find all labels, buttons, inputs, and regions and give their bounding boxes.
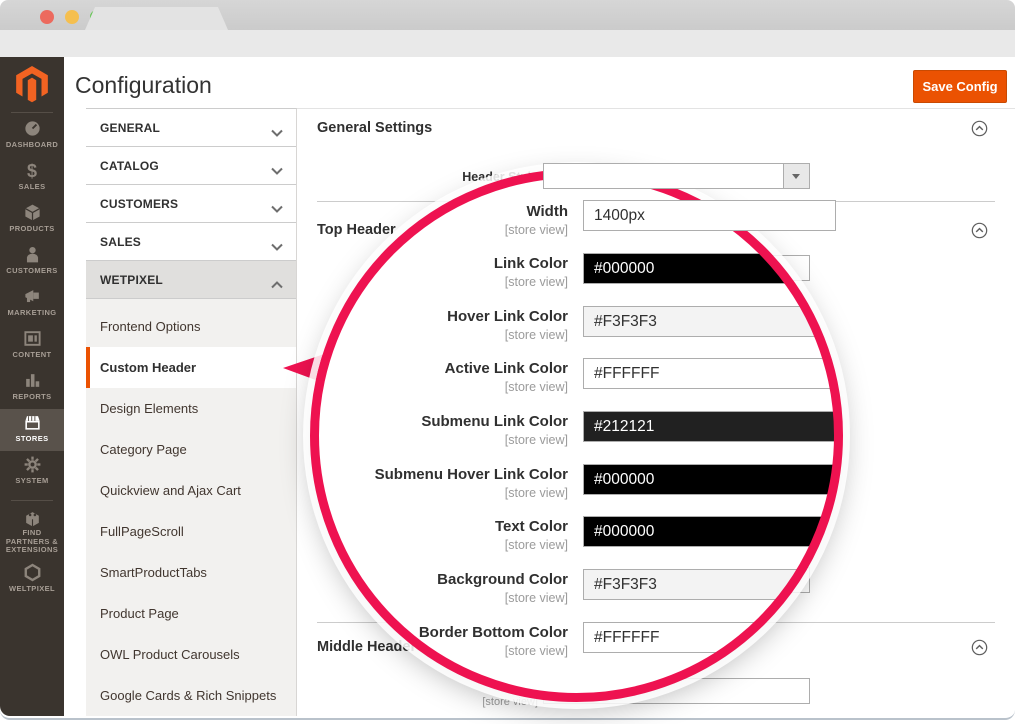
sidebar-item-reports[interactable]: REPORTS [0, 367, 64, 409]
config-section-sales[interactable]: SALES [86, 223, 296, 261]
sidebar-item-dashboard[interactable]: DASHBOARD [0, 115, 64, 157]
close-window-button[interactable] [40, 10, 54, 24]
sales-icon: $ [0, 161, 64, 181]
header-divider [297, 108, 1015, 109]
config-section-wetpixel[interactable]: WETPIXEL [86, 261, 296, 299]
save-config-button[interactable]: Save Config [913, 70, 1007, 103]
collapse-section-icon[interactable] [971, 120, 988, 142]
page-title: Configuration [75, 72, 212, 99]
magnifier-content: Link Color [store view] #000000 Hover Li… [315, 174, 839, 698]
store-view-scope: [store view] [318, 380, 568, 394]
config-section-catalog[interactable]: CATALOG [86, 147, 296, 185]
field-label-active-link-color: Active Link Color [318, 360, 568, 377]
chevron-up-icon [271, 276, 283, 294]
config-section-customers[interactable]: CUSTOMERS [86, 185, 296, 223]
chevron-down-icon [271, 200, 283, 218]
magento-logo[interactable] [0, 57, 64, 111]
app-window: DASHBOARD $ SALES PRODUCTS CUSTOMERS [0, 57, 1015, 720]
sidebar-item-weltpixel[interactable]: WELTPIXEL [0, 559, 64, 601]
store-view-scope: [store view] [318, 486, 568, 500]
dropdown-arrow-icon [783, 164, 809, 188]
nav-item-product-page[interactable]: Product Page [86, 593, 296, 634]
text-color-input[interactable]: #000000 [583, 516, 839, 547]
field-label-link-color: Link Color [318, 255, 568, 272]
system-icon [0, 455, 64, 475]
browser-titlebar [0, 0, 1015, 30]
extensions-icon [0, 509, 64, 529]
field-label-submenu-link-color: Submenu Link Color [318, 413, 568, 430]
sidebar-divider [11, 112, 53, 113]
field-label-text-color: Text Color [318, 518, 568, 535]
sidebar-item-customers[interactable]: CUSTOMERS [0, 241, 64, 283]
section-title-general-settings: General Settings [317, 120, 432, 136]
products-icon [0, 203, 64, 223]
border-bottom-color-input[interactable]: #FFFFFF [583, 622, 823, 653]
field-label-background-color: Background Color [318, 571, 568, 588]
nav-item-owl-carousels[interactable]: OWL Product Carousels [86, 634, 296, 675]
field-label-width: Width [318, 203, 568, 220]
field-label-border-bottom-color: Border Bottom Color [318, 624, 568, 641]
sidebar-item-marketing[interactable]: MARKETING [0, 283, 64, 325]
chevron-down-icon [271, 238, 283, 256]
nav-item-design-elements[interactable]: Design Elements [86, 388, 296, 429]
config-nav: GENERAL CATALOG CUSTOMERS SALES WETPIXEL… [86, 108, 297, 716]
submenu-link-color-input[interactable]: #212121 [583, 411, 839, 442]
sidebar-item-find-partners[interactable]: FIND PARTNERS & EXTENSIONS [0, 505, 64, 557]
chevron-down-icon [271, 124, 283, 142]
store-view-scope: [store view] [318, 328, 568, 342]
sidebar-item-products[interactable]: PRODUCTS [0, 199, 64, 241]
nav-item-fullpagescroll[interactable]: FullPageScroll [86, 511, 296, 552]
store-view-scope: [store view] [318, 538, 568, 552]
config-section-general[interactable]: GENERAL [86, 109, 296, 147]
marketing-icon [0, 287, 64, 307]
store-view-scope: [store view] [318, 433, 568, 447]
chevron-down-icon [271, 162, 283, 180]
browser-tab[interactable] [85, 7, 228, 30]
dashboard-icon [0, 119, 64, 139]
sidebar-item-stores[interactable]: STORES [0, 409, 64, 451]
sidebar-item-sales[interactable]: $ SALES [0, 157, 64, 199]
nav-item-quickview[interactable]: Quickview and Ajax Cart [86, 470, 296, 511]
collapse-section-icon[interactable] [971, 222, 988, 244]
nav-item-frontend-options[interactable]: Frontend Options [86, 306, 296, 347]
nav-item-google-cards[interactable]: Google Cards & Rich Snippets [86, 675, 296, 716]
store-view-scope: [store view] [318, 223, 568, 237]
link-color-input[interactable]: #000000 [583, 253, 839, 284]
width-input[interactable]: 1400px [583, 200, 836, 231]
active-link-color-input[interactable]: #FFFFFF [583, 358, 839, 389]
content-icon [0, 329, 64, 349]
collapse-section-icon[interactable] [971, 639, 988, 661]
browser-address-bar[interactable] [0, 30, 1015, 58]
hover-link-color-input[interactable]: #F3F3F3 [583, 306, 839, 337]
store-view-scope: [store view] [318, 696, 538, 708]
nav-item-custom-header[interactable]: Custom Header [86, 347, 296, 388]
reports-icon [0, 371, 64, 391]
header-style-label: Header Style [318, 170, 538, 184]
sidebar-item-content[interactable]: CONTENT [0, 325, 64, 367]
nav-item-smartproducttabs[interactable]: SmartProductTabs [86, 552, 296, 593]
config-subnav: Frontend Options Custom Header Design El… [86, 299, 296, 716]
header-style-select[interactable] [543, 163, 810, 189]
store-view-scope: [store view] [318, 591, 568, 605]
field-label-submenu-hover-link-color: Submenu Hover Link Color [318, 466, 568, 483]
stores-icon [0, 413, 64, 433]
field-label-hover-link-color: Hover Link Color [318, 308, 568, 325]
customers-icon [0, 245, 64, 265]
sidebar-divider [11, 500, 53, 501]
admin-sidebar: DASHBOARD $ SALES PRODUCTS CUSTOMERS [0, 57, 64, 716]
background-color-input[interactable]: #F3F3F3 [583, 569, 839, 600]
store-view-scope: [store view] [318, 644, 568, 658]
nav-item-category-page[interactable]: Category Page [86, 429, 296, 470]
submenu-hover-link-color-input[interactable]: #000000 [583, 464, 839, 495]
screenshot-root: DASHBOARD $ SALES PRODUCTS CUSTOMERS [0, 0, 1015, 724]
weltpixel-icon [0, 563, 64, 583]
store-view-scope: [store view] [318, 275, 568, 289]
minimize-window-button[interactable] [65, 10, 79, 24]
sidebar-item-system[interactable]: SYSTEM [0, 451, 64, 493]
